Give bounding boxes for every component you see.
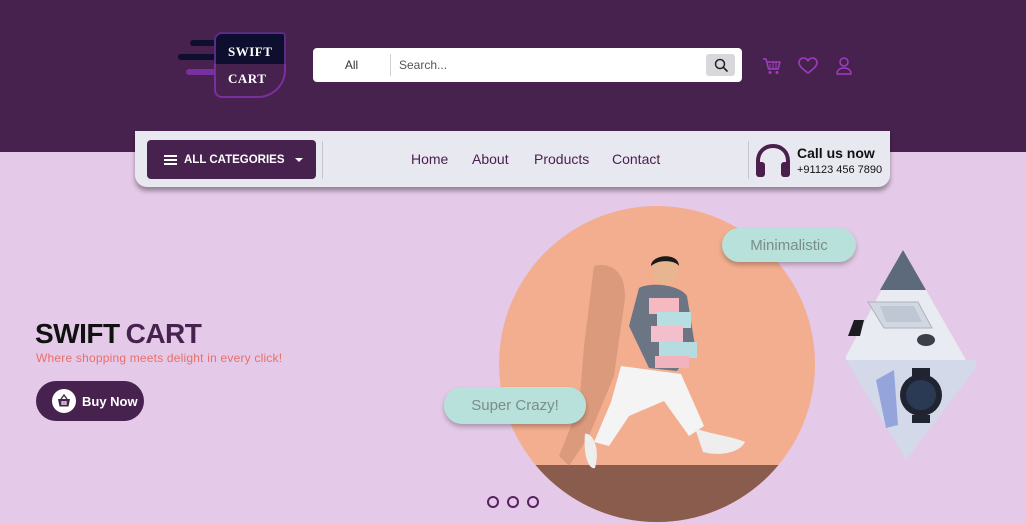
hero-title: SWIFT CART (35, 318, 202, 350)
nav-bar: ALL CATEGORIES Home About Products Conta… (135, 131, 890, 187)
logo-word-1: SWIFT (228, 44, 273, 59)
nav-link-contact[interactable]: Contact (612, 151, 660, 167)
product-diamond-laptop (846, 250, 976, 460)
wishlist-button[interactable] (797, 55, 819, 77)
buy-now-button[interactable]: Buy Now (36, 381, 144, 421)
nav-link-products[interactable]: Products (534, 151, 589, 167)
hero-title-part2: CART (125, 318, 202, 349)
search-divider (390, 54, 391, 76)
all-categories-button[interactable]: ALL CATEGORIES (147, 140, 316, 179)
search-bar: All (313, 48, 742, 82)
search-category-select[interactable]: All (313, 48, 390, 82)
account-button[interactable] (833, 55, 855, 77)
nav-link-home[interactable]: Home (411, 151, 448, 167)
user-icon (836, 57, 852, 75)
carousel-dots (487, 496, 543, 508)
logo-word-2: CART (228, 71, 267, 86)
logo-speed-line (178, 54, 218, 60)
carousel-dot[interactable] (487, 496, 499, 508)
nav-divider (748, 141, 749, 179)
menu-icon (164, 154, 177, 165)
nav-link-about[interactable]: About (472, 151, 509, 167)
call-us-title: Call us now (797, 145, 875, 161)
carousel-dot[interactable] (527, 496, 539, 508)
cart-icon (763, 58, 781, 74)
tag-minimalistic: Minimalistic (722, 228, 856, 262)
logo[interactable]: SWIFT CART (176, 30, 288, 100)
search-input[interactable] (399, 55, 699, 75)
tag-super-crazy: Super Crazy! (444, 387, 586, 424)
carousel-dot[interactable] (507, 496, 519, 508)
call-us[interactable]: Call us now +91123 456 7890 (753, 143, 888, 179)
heart-icon (798, 57, 818, 74)
logo-speed-line (190, 40, 216, 46)
search-icon (714, 58, 728, 72)
hero-title-part1: SWIFT (35, 318, 120, 349)
logo-speed-line (186, 69, 216, 75)
search-button[interactable] (706, 54, 735, 76)
buy-now-label: Buy Now (82, 393, 138, 409)
nav-divider (322, 141, 323, 179)
hero-subtitle: Where shopping meets delight in every cl… (36, 351, 283, 365)
chevron-down-icon (294, 157, 303, 162)
cart-button[interactable] (761, 55, 783, 77)
basket-icon (52, 389, 76, 413)
phone-number: +91123 456 7890 (797, 164, 883, 176)
all-categories-label: ALL CATEGORIES (184, 153, 285, 166)
headphones-icon (756, 143, 790, 177)
